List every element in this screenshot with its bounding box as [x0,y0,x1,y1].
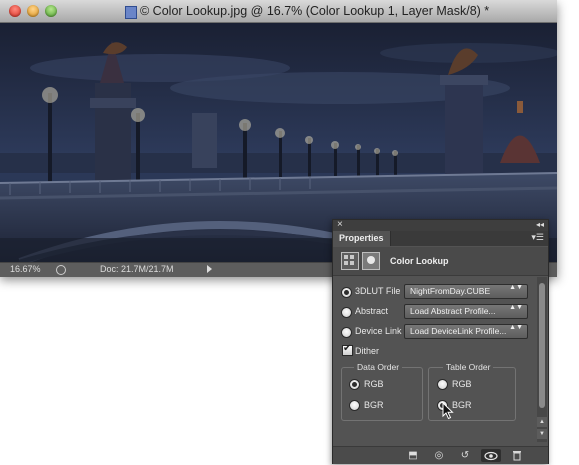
scroll-thumb[interactable] [539,283,545,408]
zoom-window-icon[interactable] [45,5,57,17]
clip-to-layer-icon[interactable]: ⬒ [403,449,423,462]
tab-properties[interactable]: Properties [333,231,391,246]
adjustment-title: Color Lookup [390,256,449,266]
3dlut-file-dropdown[interactable]: NightFromDay.CUBE ▲▼ [404,284,528,299]
radio-data-order-bgr[interactable] [349,400,360,411]
scroll-down-icon[interactable]: ▼ [537,429,547,439]
abstract-profile-value: Load Abstract Profile... [410,306,496,316]
label-device-link: Device Link [355,326,402,336]
devicelink-profile-dropdown[interactable]: Load DeviceLink Profile... ▲▼ [404,324,528,339]
3dlut-file-value: NightFromDay.CUBE [410,286,491,296]
panel-tab-row: Properties ▾☰ [333,231,548,246]
radio-3dlut-file[interactable] [341,287,352,298]
label-3dlut-file: 3DLUT File [355,286,401,296]
panel-close-icon[interactable]: × [337,219,343,230]
delete-icon [513,451,521,461]
status-icon [56,265,66,275]
dropdown-arrows-icon: ▲▼ [509,304,523,311]
adjustment-grid-icon[interactable] [341,252,359,270]
properties-panel: × ◂◂ Properties ▾☰ Color Lookup 3DLUT Fi… [332,219,549,464]
visibility-eye-icon[interactable] [481,449,501,462]
data-order-title: Data Order [354,362,403,372]
status-menu-arrow-icon[interactable] [207,265,212,273]
title-bar[interactable]: © Color Lookup.jpg @ 16.7% (Color Lookup… [0,0,557,23]
label-table-order-rgb: RGB [452,379,472,389]
document-info: Doc: 21.7M/21.7M [100,264,174,274]
panel-menu-icon[interactable]: ▾☰ [531,232,544,243]
adjustment-header: Color Lookup [333,247,548,276]
panel-scrollbar[interactable]: ▲ ▼ [537,277,547,442]
abstract-profile-dropdown[interactable]: Load Abstract Profile... ▲▼ [404,304,528,319]
reset-icon[interactable]: ↺ [455,449,475,462]
minimize-window-icon[interactable] [27,5,39,17]
trash-icon[interactable] [507,449,527,462]
label-table-order-bgr: BGR [452,400,472,410]
close-window-icon[interactable] [9,5,21,17]
radio-table-order-rgb[interactable] [437,379,448,390]
panel-drag-bar[interactable]: × ◂◂ [333,219,548,231]
data-order-group: Data Order RGB BGR [341,362,423,421]
scroll-up-icon[interactable]: ▲ [537,417,547,427]
devicelink-profile-value: Load DeviceLink Profile... [410,326,507,336]
radio-abstract[interactable] [341,307,352,318]
eye-icon [484,451,498,461]
label-data-order-bgr: BGR [364,400,384,410]
dither-checkbox[interactable] [342,343,353,356]
label-dither: Dither [355,346,380,356]
mouse-cursor-icon [442,402,454,420]
window-title: © Color Lookup.jpg @ 16.7% (Color Lookup… [140,4,490,18]
panel-bottom-bar: ⬒ ◎ ↺ [333,446,548,464]
radio-device-link[interactable] [341,327,352,338]
dropdown-arrows-icon: ▲▼ [509,284,523,291]
radio-data-order-rgb[interactable] [349,379,360,390]
label-abstract: Abstract [355,306,389,316]
panel-collapse-icon[interactable]: ◂◂ [536,220,544,229]
table-order-title: Table Order [443,362,494,372]
view-previous-state-icon[interactable]: ◎ [429,449,449,462]
layer-mask-icon[interactable] [362,252,380,270]
color-lookup-options: 3DLUT File NightFromDay.CUBE ▲▼ Abstract… [333,276,537,446]
document-icon [125,6,137,19]
dropdown-arrows-icon: ▲▼ [509,324,523,331]
label-data-order-rgb: RGB [364,379,384,389]
zoom-level-field[interactable]: 16.67% [10,264,46,275]
